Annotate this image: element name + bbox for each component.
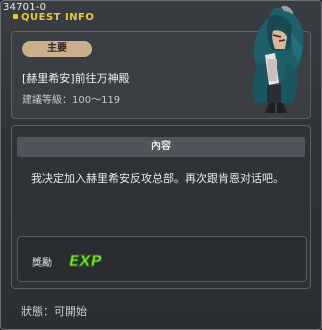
quest-type-tag: 主要 <box>22 41 92 57</box>
exp-icon: EXP <box>69 252 103 271</box>
quest-status: 狀態：可開始 <box>21 305 87 318</box>
level-label: 建議等級： <box>22 95 72 106</box>
quest-name: [赫里希安]前往万神殿 <box>22 72 130 85</box>
hooded-character-icon <box>252 5 304 113</box>
level-range: 100～119 <box>72 95 121 106</box>
exp-icon-text: EXP <box>69 252 102 270</box>
window-title-text: QUEST INFO <box>21 12 95 23</box>
quest-info-window: 34701-0 QUEST INFO 主要 [赫里希安]前往万神殿 建議等級：1… <box>0 0 322 330</box>
window-title: QUEST INFO <box>13 12 94 23</box>
content-panel: 內容 我决定加入赫里希安反攻总部。再次跟肯恩对话吧。 獎勵 EXP <box>11 125 311 289</box>
title-bullet-icon <box>13 14 18 19</box>
reward-label: 獎勵 <box>32 258 52 269</box>
content-section-header: 內容 <box>17 137 305 157</box>
recommended-level: 建議等級：100～119 <box>22 91 120 106</box>
reward-box: 獎勵 EXP <box>17 236 307 282</box>
quest-description: 我决定加入赫里希安反攻总部。再次跟肯恩对话吧。 <box>31 172 284 185</box>
